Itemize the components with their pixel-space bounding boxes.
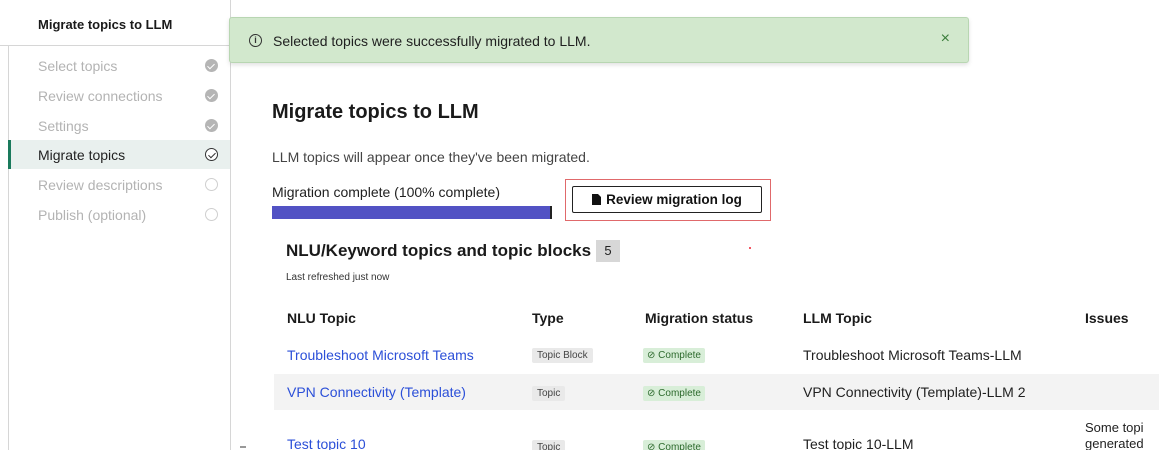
- last-refreshed: Last refreshed just now: [286, 272, 390, 283]
- status-label: Complete: [658, 388, 701, 399]
- type-chip: Topic: [532, 386, 566, 401]
- page-title: Migrate topics to LLM: [272, 101, 479, 123]
- header-nlu-topic[interactable]: NLU Topic: [287, 310, 356, 326]
- type-chip: Topic: [532, 440, 566, 450]
- check-circle-icon: [205, 59, 218, 72]
- progress-label: Migration complete (100% complete): [272, 184, 500, 200]
- info-circle-icon: i: [249, 34, 262, 47]
- sidebar: Migrate topics to LLM Select topics Revi…: [0, 0, 231, 450]
- llm-topic: Test topic 10-LLM: [803, 436, 914, 450]
- header-type[interactable]: Type: [532, 310, 564, 326]
- header-llm-topic[interactable]: LLM Topic: [803, 310, 872, 326]
- check-outline-icon: [205, 148, 218, 161]
- table-row: Test topic 10 Topic ⊘ Complete Test topi…: [274, 414, 1159, 450]
- status-label: Complete: [658, 442, 701, 450]
- progress-bar-fill: [272, 206, 552, 219]
- red-dot: [749, 247, 751, 249]
- empty-circle-icon: [205, 178, 218, 191]
- llm-topic: Troubleshoot Microsoft Teams-LLM: [803, 347, 1022, 363]
- step-label: Publish (optional): [38, 206, 147, 223]
- review-button-label: Review migration log: [606, 192, 742, 207]
- check-circle-icon: [205, 119, 218, 132]
- close-icon[interactable]: ×: [941, 30, 950, 48]
- type-chip: Topic Block: [532, 348, 593, 363]
- check-circle-icon: [205, 89, 218, 102]
- toast-message: Selected topics were successfully migrat…: [273, 33, 591, 49]
- step-review-descriptions[interactable]: Review descriptions: [8, 170, 230, 199]
- step-label: Settings: [38, 117, 89, 134]
- status-chip: ⊘ Complete: [643, 386, 705, 401]
- review-migration-log-button[interactable]: Review migration log: [572, 186, 762, 213]
- step-review-connections[interactable]: Review connections: [8, 81, 230, 110]
- sidebar-title: Migrate topics to LLM: [38, 17, 173, 32]
- scroll-marker: [240, 446, 246, 448]
- step-label: Migrate topics: [38, 146, 126, 163]
- section-title: NLU/Keyword topics and topic blocks: [286, 241, 592, 260]
- nlu-topic-link[interactable]: Test topic 10: [287, 436, 366, 450]
- header-issues[interactable]: Issues: [1085, 310, 1129, 326]
- status-label: Complete: [658, 350, 701, 361]
- document-icon: [592, 194, 602, 205]
- sidebar-divider: [0, 45, 231, 46]
- issues-text: Some topi generated: [1085, 420, 1144, 450]
- step-label: Review connections: [38, 87, 163, 104]
- step-select-topics[interactable]: Select topics: [8, 51, 230, 80]
- step-migrate-topics[interactable]: Migrate topics: [8, 140, 230, 169]
- table-row: Troubleshoot Microsoft Teams Topic Block…: [274, 337, 1159, 373]
- step-settings[interactable]: Settings: [8, 111, 230, 140]
- success-toast: i Selected topics were successfully migr…: [229, 17, 969, 63]
- page-subtitle: LLM topics will appear once they've been…: [272, 149, 590, 165]
- nlu-topic-link[interactable]: Troubleshoot Microsoft Teams: [287, 347, 474, 363]
- step-publish[interactable]: Publish (optional): [8, 200, 230, 229]
- nlu-topic-link[interactable]: VPN Connectivity (Template): [287, 384, 466, 400]
- step-label: Select topics: [38, 57, 118, 74]
- header-migration-status[interactable]: Migration status: [645, 310, 753, 326]
- empty-circle-icon: [205, 208, 218, 221]
- llm-topic: VPN Connectivity (Template)-LLM 2: [803, 384, 1026, 400]
- count-badge: 5: [596, 240, 620, 262]
- status-chip: ⊘ Complete: [643, 440, 705, 450]
- progress-bar: [272, 206, 552, 219]
- step-label: Review descriptions: [38, 176, 163, 193]
- table-row: VPN Connectivity (Template) Topic ⊘ Comp…: [274, 374, 1159, 410]
- review-button-highlight: Review migration log: [565, 179, 771, 221]
- status-chip: ⊘ Complete: [643, 348, 705, 363]
